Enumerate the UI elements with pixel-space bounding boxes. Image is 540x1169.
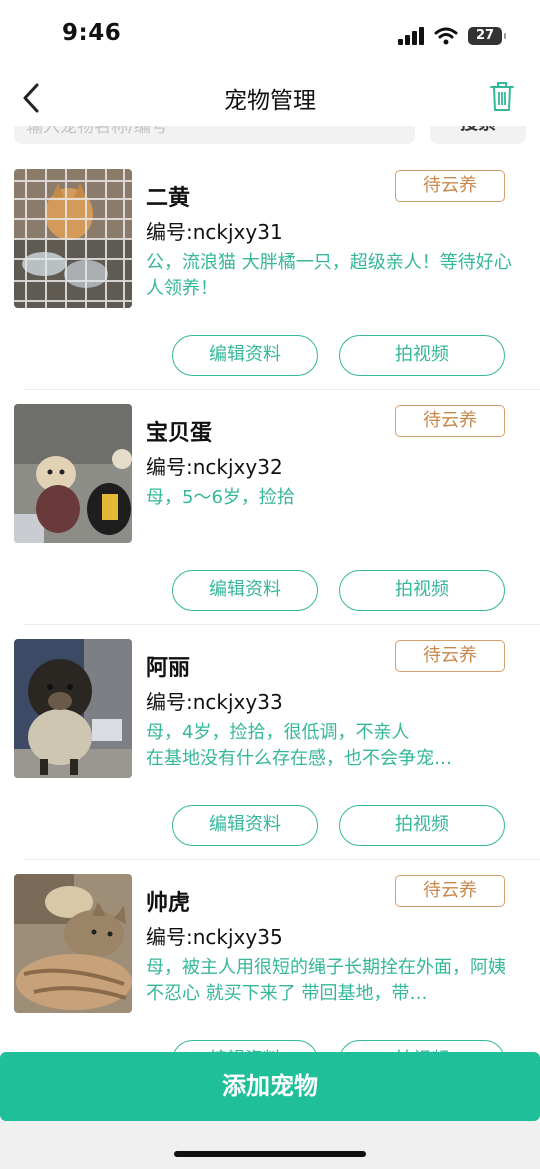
cellular-signal-icon [398,27,424,45]
edit-profile-button[interactable]: 编辑资料 [172,335,318,376]
record-video-button[interactable]: 拍视频 [339,805,505,846]
add-pet-button[interactable]: 添加宠物 [0,1052,540,1121]
search-button[interactable]: 搜索 [430,126,526,144]
record-video-button[interactable]: 拍视频 [339,335,505,376]
pet-name: 二黄 [146,186,191,211]
pet-number: 编号:nckjxy31 [146,220,283,244]
pet-description: 母，5～6岁，捡拾 [146,487,295,508]
nav-bar: 宠物管理 [0,70,540,126]
pet-number: 编号:nckjxy32 [146,455,283,479]
pet-card[interactable]: 二黄 编号:nckjxy31 公，流浪猫 大胖橘一只，超级亲人！等待好心人领养！… [0,144,540,390]
status-badge: 待云养 [395,640,505,672]
search-input[interactable]: 输入宠物名称/编号 [14,126,415,144]
status-badge: 待云养 [395,405,505,437]
edit-profile-button[interactable]: 编辑资料 [172,1040,318,1052]
trash-icon[interactable] [488,80,516,112]
wifi-icon [434,27,458,45]
record-video-button[interactable]: 拍视频 [339,1040,505,1052]
home-indicator[interactable] [174,1151,366,1157]
pet-card[interactable]: 帅虎 编号:nckjxy35 母，被主人用很短的绳子长期拴在外面，阿姨不忍心 就… [0,849,540,1052]
pet-name: 帅虎 [146,891,191,916]
pet-list: 二黄 编号:nckjxy31 公，流浪猫 大胖橘一只，超级亲人！等待好心人领养！… [0,144,540,1052]
pet-photo [14,874,132,1013]
home-indicator-area [0,1121,540,1169]
search-bar: 输入宠物名称/编号 搜索 [0,126,540,144]
pet-photo [14,404,132,543]
battery-icon: 27 [468,27,506,45]
pet-name: 阿丽 [146,656,191,681]
pet-name: 宝贝蛋 [146,421,213,446]
status-badge: 待云养 [395,875,505,907]
edit-profile-button[interactable]: 编辑资料 [172,570,318,611]
pet-description: 母，被主人用很短的绳子长期拴在外面，阿姨不忍心 就买下来了 带回基地，带… [146,957,506,1004]
pet-card[interactable]: 宝贝蛋 编号:nckjxy32 母，5～6岁，捡拾 待云养 编辑资料 拍视频 [0,379,540,625]
pet-description: 母，4岁，捡拾，很低调，不亲人 在基地没有什么存在感，也不会争宠… [146,722,452,769]
pet-photo [14,169,132,308]
record-video-button[interactable]: 拍视频 [339,570,505,611]
pet-photo [14,639,132,778]
status-bar: 9:46 27 [0,0,540,70]
status-badge: 待云养 [395,170,505,202]
pet-number: 编号:nckjxy33 [146,690,283,714]
pet-number: 编号:nckjxy35 [146,925,283,949]
edit-profile-button[interactable]: 编辑资料 [172,805,318,846]
status-icons: 27 [398,24,506,48]
page-title: 宠物管理 [224,88,316,114]
status-time: 9:46 [62,20,122,46]
pet-description: 公，流浪猫 大胖橘一只，超级亲人！等待好心人领养！ [146,252,512,299]
pet-card[interactable]: 阿丽 编号:nckjxy33 母，4岁，捡拾，很低调，不亲人 在基地没有什么存在… [0,614,540,860]
